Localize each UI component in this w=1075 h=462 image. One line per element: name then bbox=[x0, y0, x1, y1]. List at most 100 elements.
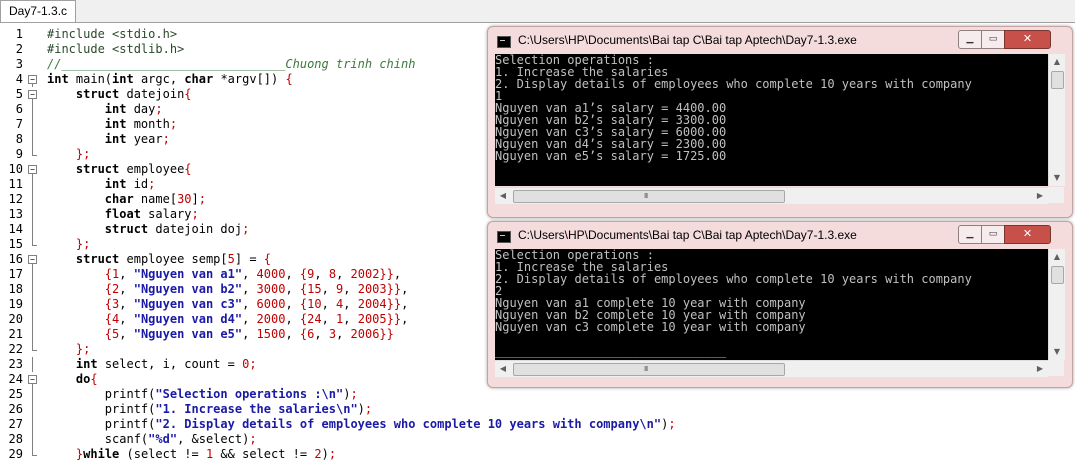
window-title: C:\Users\HP\Documents\Bai tap C\Bai tap … bbox=[518, 33, 857, 47]
code-text: int month; bbox=[104, 117, 178, 131]
code-line[interactable]: 24− do{ bbox=[0, 372, 480, 387]
code-line[interactable]: 18 {2, "Nguyen van b2", 3000, {15, 9, 20… bbox=[0, 282, 480, 297]
scroll-right-icon[interactable]: ▶ bbox=[1032, 188, 1048, 204]
code-line[interactable]: 28 scanf("%d", &select); bbox=[0, 432, 480, 447]
code-text: {2, "Nguyen van b2", 3000, {15, 9, 2003}… bbox=[104, 282, 409, 296]
code-line[interactable]: 21 {5, "Nguyen van e5", 1500, {6, 3, 200… bbox=[0, 327, 480, 342]
code-line[interactable]: 8 int year; bbox=[0, 132, 480, 147]
line-number: 2 bbox=[15, 42, 23, 56]
scroll-right-icon[interactable]: ▶ bbox=[1032, 361, 1048, 377]
scroll-left-icon[interactable]: ◀ bbox=[495, 361, 511, 377]
maximize-button[interactable]: ▭ bbox=[981, 30, 1005, 49]
code-line[interactable]: 14 struct datejoin doj; bbox=[0, 222, 480, 237]
code-line[interactable]: 15 }; bbox=[0, 237, 480, 252]
code-line[interactable]: 2 #include <stdlib.h> bbox=[0, 42, 480, 57]
close-button[interactable]: ✕ bbox=[1004, 225, 1051, 244]
code-line[interactable]: 27 printf("2. Display details of employe… bbox=[0, 417, 676, 432]
line-number: 24 bbox=[8, 372, 23, 386]
line-number: 17 bbox=[8, 267, 23, 281]
line-number: 11 bbox=[8, 177, 23, 191]
code-line[interactable]: 12 char name[30]; bbox=[0, 192, 480, 207]
tab-bar: Day7-1.3.c bbox=[0, 0, 1075, 23]
horizontal-scrollbar[interactable]: ◀ III ▶ bbox=[495, 360, 1048, 377]
console-output: Selection operations :1. Increase the sa… bbox=[495, 54, 1048, 186]
tab-day7-file[interactable]: Day7-1.3.c bbox=[0, 0, 77, 22]
code-line[interactable]: 20 {4, "Nguyen van d4", 2000, {24, 1, 20… bbox=[0, 312, 480, 327]
code-line[interactable]: 10− struct employee{ bbox=[0, 162, 480, 177]
code-text: struct employee{ bbox=[75, 162, 192, 176]
line-number: 21 bbox=[8, 327, 23, 341]
line-number: 9 bbox=[15, 147, 23, 161]
minimize-button[interactable]: ▁ bbox=[958, 30, 982, 49]
fold-guide bbox=[28, 297, 37, 312]
fold-guide bbox=[28, 357, 37, 372]
scroll-left-icon[interactable]: ◀ bbox=[495, 188, 511, 204]
console-line: Nguyen van c3 complete 10 year with comp… bbox=[495, 320, 806, 334]
scroll-up-icon[interactable]: ▲ bbox=[1049, 249, 1065, 265]
code-line[interactable]: 23 int select, i, count = 0; bbox=[0, 357, 480, 372]
fold-toggle-icon[interactable]: − bbox=[28, 72, 37, 87]
code-text: struct datejoin{ bbox=[75, 87, 192, 101]
code-line[interactable]: 22 }; bbox=[0, 342, 480, 357]
line-number: 3 bbox=[15, 57, 23, 71]
vertical-scrollbar[interactable]: ▲ ▼ bbox=[1048, 249, 1065, 360]
console-window-2[interactable]: C:\Users\HP\Documents\Bai tap C\Bai tap … bbox=[487, 221, 1073, 388]
fold-toggle-icon[interactable]: − bbox=[28, 87, 37, 102]
code-text: printf("Selection operations :\n"); bbox=[47, 387, 358, 401]
code-line[interactable]: 25 printf("Selection operations :\n"); bbox=[0, 387, 480, 402]
code-text: char name[30]; bbox=[104, 192, 206, 206]
fold-guide bbox=[28, 147, 37, 162]
code-line[interactable]: 16− struct employee semp[5] = { bbox=[0, 252, 480, 267]
window-titlebar[interactable]: C:\Users\HP\Documents\Bai tap C\Bai tap … bbox=[488, 27, 1072, 54]
code-line[interactable]: 6 int day; bbox=[0, 102, 480, 117]
code-line[interactable]: 17 {1, "Nguyen van a1", 4000, {9, 8, 200… bbox=[0, 267, 480, 282]
fold-toggle-icon[interactable]: − bbox=[28, 252, 37, 267]
code-line[interactable]: 4− int main(int argc, char *argv[]) { bbox=[0, 72, 480, 87]
fold-toggle-icon[interactable]: − bbox=[28, 162, 37, 177]
console-app-icon bbox=[497, 36, 511, 48]
close-button[interactable]: ✕ bbox=[1004, 30, 1051, 49]
code-line[interactable]: 29 }while (select != 1 && select != 2); bbox=[0, 447, 480, 462]
line-number: 22 bbox=[8, 342, 23, 356]
code-text: }; bbox=[75, 147, 91, 161]
line-number: 26 bbox=[8, 402, 23, 416]
maximize-button[interactable]: ▭ bbox=[981, 225, 1005, 244]
scroll-thumb[interactable] bbox=[1051, 71, 1064, 89]
scroll-thumb-h[interactable]: III bbox=[513, 363, 785, 376]
console-line: 2. Display details of employees who comp… bbox=[495, 272, 972, 286]
code-line[interactable]: 13 float salary; bbox=[0, 207, 480, 222]
window-titlebar[interactable]: C:\Users\HP\Documents\Bai tap C\Bai tap … bbox=[488, 222, 1072, 249]
code-line[interactable]: 7 int month; bbox=[0, 117, 480, 132]
scroll-down-icon[interactable]: ▼ bbox=[1049, 170, 1065, 186]
code-line[interactable]: 9 }; bbox=[0, 147, 480, 162]
code-line[interactable]: 19 {3, "Nguyen van c3", 6000, {10, 4, 20… bbox=[0, 297, 480, 312]
fold-guide bbox=[28, 342, 37, 357]
code-text: int select, i, count = 0; bbox=[75, 357, 257, 371]
code-line[interactable]: 11 int id; bbox=[0, 177, 480, 192]
code-line[interactable]: 5− struct datejoin{ bbox=[0, 87, 480, 102]
fold-guide bbox=[28, 402, 37, 417]
code-line[interactable]: 1 #include <stdio.h> bbox=[0, 27, 480, 42]
console-window-1[interactable]: C:\Users\HP\Documents\Bai tap C\Bai tap … bbox=[487, 26, 1073, 218]
console-line: ________________________________ bbox=[495, 344, 727, 358]
line-number: 5 bbox=[15, 87, 23, 101]
code-line[interactable]: 3 //_______________________________Chuong… bbox=[0, 57, 480, 72]
console-app-icon bbox=[497, 231, 511, 243]
scroll-thumb-h[interactable]: III bbox=[513, 190, 785, 203]
vertical-scrollbar[interactable]: ▲ ▼ bbox=[1048, 54, 1065, 186]
minimize-button[interactable]: ▁ bbox=[958, 225, 982, 244]
scroll-down-icon[interactable]: ▼ bbox=[1049, 344, 1065, 360]
fold-guide bbox=[28, 102, 37, 117]
scroll-thumb[interactable] bbox=[1051, 266, 1064, 284]
fold-toggle-icon[interactable]: − bbox=[28, 372, 37, 387]
fold-guide bbox=[28, 432, 37, 447]
line-number: 8 bbox=[15, 132, 23, 146]
console-line: Nguyen van e5’s salary = 1725.00 bbox=[495, 149, 727, 163]
window-title: C:\Users\HP\Documents\Bai tap C\Bai tap … bbox=[518, 228, 857, 242]
horizontal-scrollbar[interactable]: ◀ III ▶ bbox=[495, 187, 1048, 204]
scroll-up-icon[interactable]: ▲ bbox=[1049, 54, 1065, 70]
code-line[interactable]: 26 printf("1. Increase the salaries\n"); bbox=[0, 402, 480, 417]
code-text: {1, "Nguyen van a1", 4000, {9, 8, 2002}}… bbox=[104, 267, 402, 281]
code-text: int day; bbox=[104, 102, 163, 116]
grip-icon: III bbox=[644, 365, 648, 373]
